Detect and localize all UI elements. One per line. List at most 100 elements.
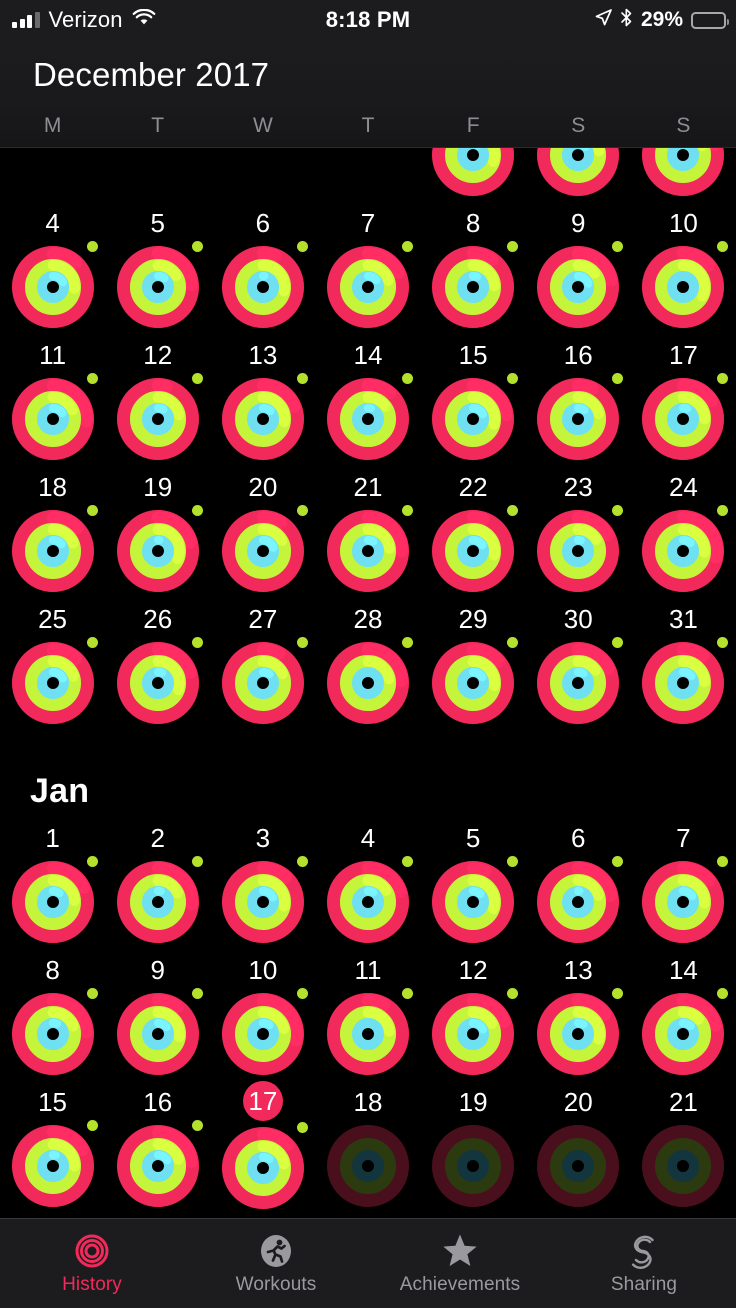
day-cell[interactable]: 10 — [631, 202, 736, 334]
day-cell[interactable]: 19 — [105, 466, 210, 598]
day-cell[interactable]: 2 — [526, 148, 631, 202]
day-cell[interactable]: 17 — [631, 334, 736, 466]
activity-rings[interactable] — [640, 148, 726, 198]
activity-rings[interactable] — [640, 1123, 726, 1209]
day-cell[interactable]: 7 — [631, 817, 736, 949]
activity-rings[interactable] — [325, 241, 413, 330]
day-cell[interactable]: 12 — [105, 334, 210, 466]
activity-rings[interactable] — [10, 373, 98, 462]
day-cell[interactable]: 18 — [0, 466, 105, 598]
activity-rings[interactable] — [10, 1120, 98, 1209]
day-cell[interactable]: 6 — [526, 817, 631, 949]
day-cell[interactable]: 4 — [0, 202, 105, 334]
activity-rings[interactable] — [535, 148, 621, 198]
day-cell[interactable]: 16 — [526, 334, 631, 466]
day-cell[interactable]: 7 — [315, 202, 420, 334]
activity-rings[interactable] — [10, 856, 98, 945]
activity-rings[interactable] — [430, 373, 519, 462]
activity-rings[interactable] — [115, 241, 203, 330]
day-cell[interactable]: 3 — [631, 148, 736, 202]
activity-rings[interactable] — [325, 856, 413, 945]
activity-rings[interactable] — [535, 637, 624, 726]
activity-rings[interactable] — [10, 241, 98, 330]
activity-rings[interactable] — [535, 1123, 621, 1209]
activity-rings[interactable] — [430, 505, 519, 594]
day-cell[interactable]: 1 — [0, 817, 105, 949]
day-cell[interactable]: 11 — [0, 334, 105, 466]
activity-rings[interactable] — [535, 988, 624, 1077]
tab-achievements[interactable]: Achievements — [368, 1219, 552, 1308]
activity-rings[interactable] — [640, 241, 729, 330]
day-cell[interactable]: 15 — [0, 1081, 105, 1213]
day-cell[interactable]: 1 — [421, 148, 526, 202]
activity-rings[interactable] — [640, 856, 729, 945]
day-cell[interactable]: 13 — [210, 334, 315, 466]
activity-rings[interactable] — [325, 637, 413, 726]
day-cell[interactable]: 16 — [105, 1081, 210, 1213]
day-cell[interactable]: 21 — [631, 1081, 736, 1213]
day-cell[interactable]: 20 — [526, 1081, 631, 1213]
day-cell[interactable]: 30 — [526, 598, 631, 730]
day-cell[interactable]: 5 — [421, 817, 526, 949]
tab-history[interactable]: History — [0, 1219, 184, 1308]
day-cell[interactable]: 15 — [421, 334, 526, 466]
activity-rings[interactable] — [115, 988, 203, 1077]
activity-rings[interactable] — [220, 373, 308, 462]
activity-rings[interactable] — [325, 505, 413, 594]
day-cell[interactable]: 13 — [526, 949, 631, 1081]
day-cell[interactable]: 12 — [421, 949, 526, 1081]
activity-rings[interactable] — [640, 988, 729, 1077]
activity-rings[interactable] — [535, 505, 624, 594]
day-cell[interactable]: 23 — [526, 466, 631, 598]
calendar-scroll-area[interactable]: 1234567891011121314151617181920212223242… — [0, 148, 736, 1218]
day-cell[interactable]: 9 — [526, 202, 631, 334]
day-cell[interactable]: 24 — [631, 466, 736, 598]
activity-rings[interactable] — [430, 148, 516, 198]
day-cell[interactable]: 8 — [421, 202, 526, 334]
day-cell[interactable]: 25 — [0, 598, 105, 730]
activity-rings[interactable] — [325, 373, 413, 462]
day-cell[interactable]: 6 — [210, 202, 315, 334]
activity-rings[interactable] — [220, 988, 308, 1077]
day-cell[interactable]: 27 — [210, 598, 315, 730]
activity-rings[interactable] — [535, 373, 624, 462]
activity-rings[interactable] — [220, 241, 308, 330]
activity-rings[interactable] — [430, 1123, 516, 1209]
activity-rings[interactable] — [10, 505, 98, 594]
day-cell[interactable]: 14 — [631, 949, 736, 1081]
day-cell[interactable]: 2 — [105, 817, 210, 949]
day-cell[interactable]: 31 — [631, 598, 736, 730]
activity-rings[interactable] — [640, 373, 729, 462]
day-cell[interactable]: 20 — [210, 466, 315, 598]
activity-rings[interactable] — [430, 988, 519, 1077]
activity-rings[interactable] — [220, 505, 308, 594]
day-cell[interactable]: 3 — [210, 817, 315, 949]
activity-rings[interactable] — [430, 637, 519, 726]
day-cell[interactable]: 9 — [105, 949, 210, 1081]
day-cell[interactable]: 26 — [105, 598, 210, 730]
activity-rings[interactable] — [220, 1122, 308, 1211]
day-cell[interactable]: 14 — [315, 334, 420, 466]
day-cell[interactable]: 29 — [421, 598, 526, 730]
day-cell[interactable]: 10 — [210, 949, 315, 1081]
activity-rings[interactable] — [220, 637, 308, 726]
activity-rings[interactable] — [115, 1120, 203, 1209]
activity-rings[interactable] — [430, 856, 519, 945]
activity-rings[interactable] — [325, 1123, 411, 1209]
day-cell[interactable]: 8 — [0, 949, 105, 1081]
activity-rings[interactable] — [115, 505, 203, 594]
day-cell[interactable]: 19 — [421, 1081, 526, 1213]
day-cell[interactable]: 22 — [421, 466, 526, 598]
activity-rings[interactable] — [325, 988, 413, 1077]
day-cell[interactable]: 4 — [315, 817, 420, 949]
activity-rings[interactable] — [115, 373, 203, 462]
activity-rings[interactable] — [10, 637, 98, 726]
activity-rings[interactable] — [220, 856, 308, 945]
activity-rings[interactable] — [640, 505, 729, 594]
activity-rings[interactable] — [10, 988, 98, 1077]
activity-rings[interactable] — [430, 241, 519, 330]
day-cell[interactable]: 18 — [315, 1081, 420, 1213]
tab-sharing[interactable]: Sharing — [552, 1219, 736, 1308]
activity-rings[interactable] — [640, 637, 729, 726]
day-cell[interactable]: 21 — [315, 466, 420, 598]
